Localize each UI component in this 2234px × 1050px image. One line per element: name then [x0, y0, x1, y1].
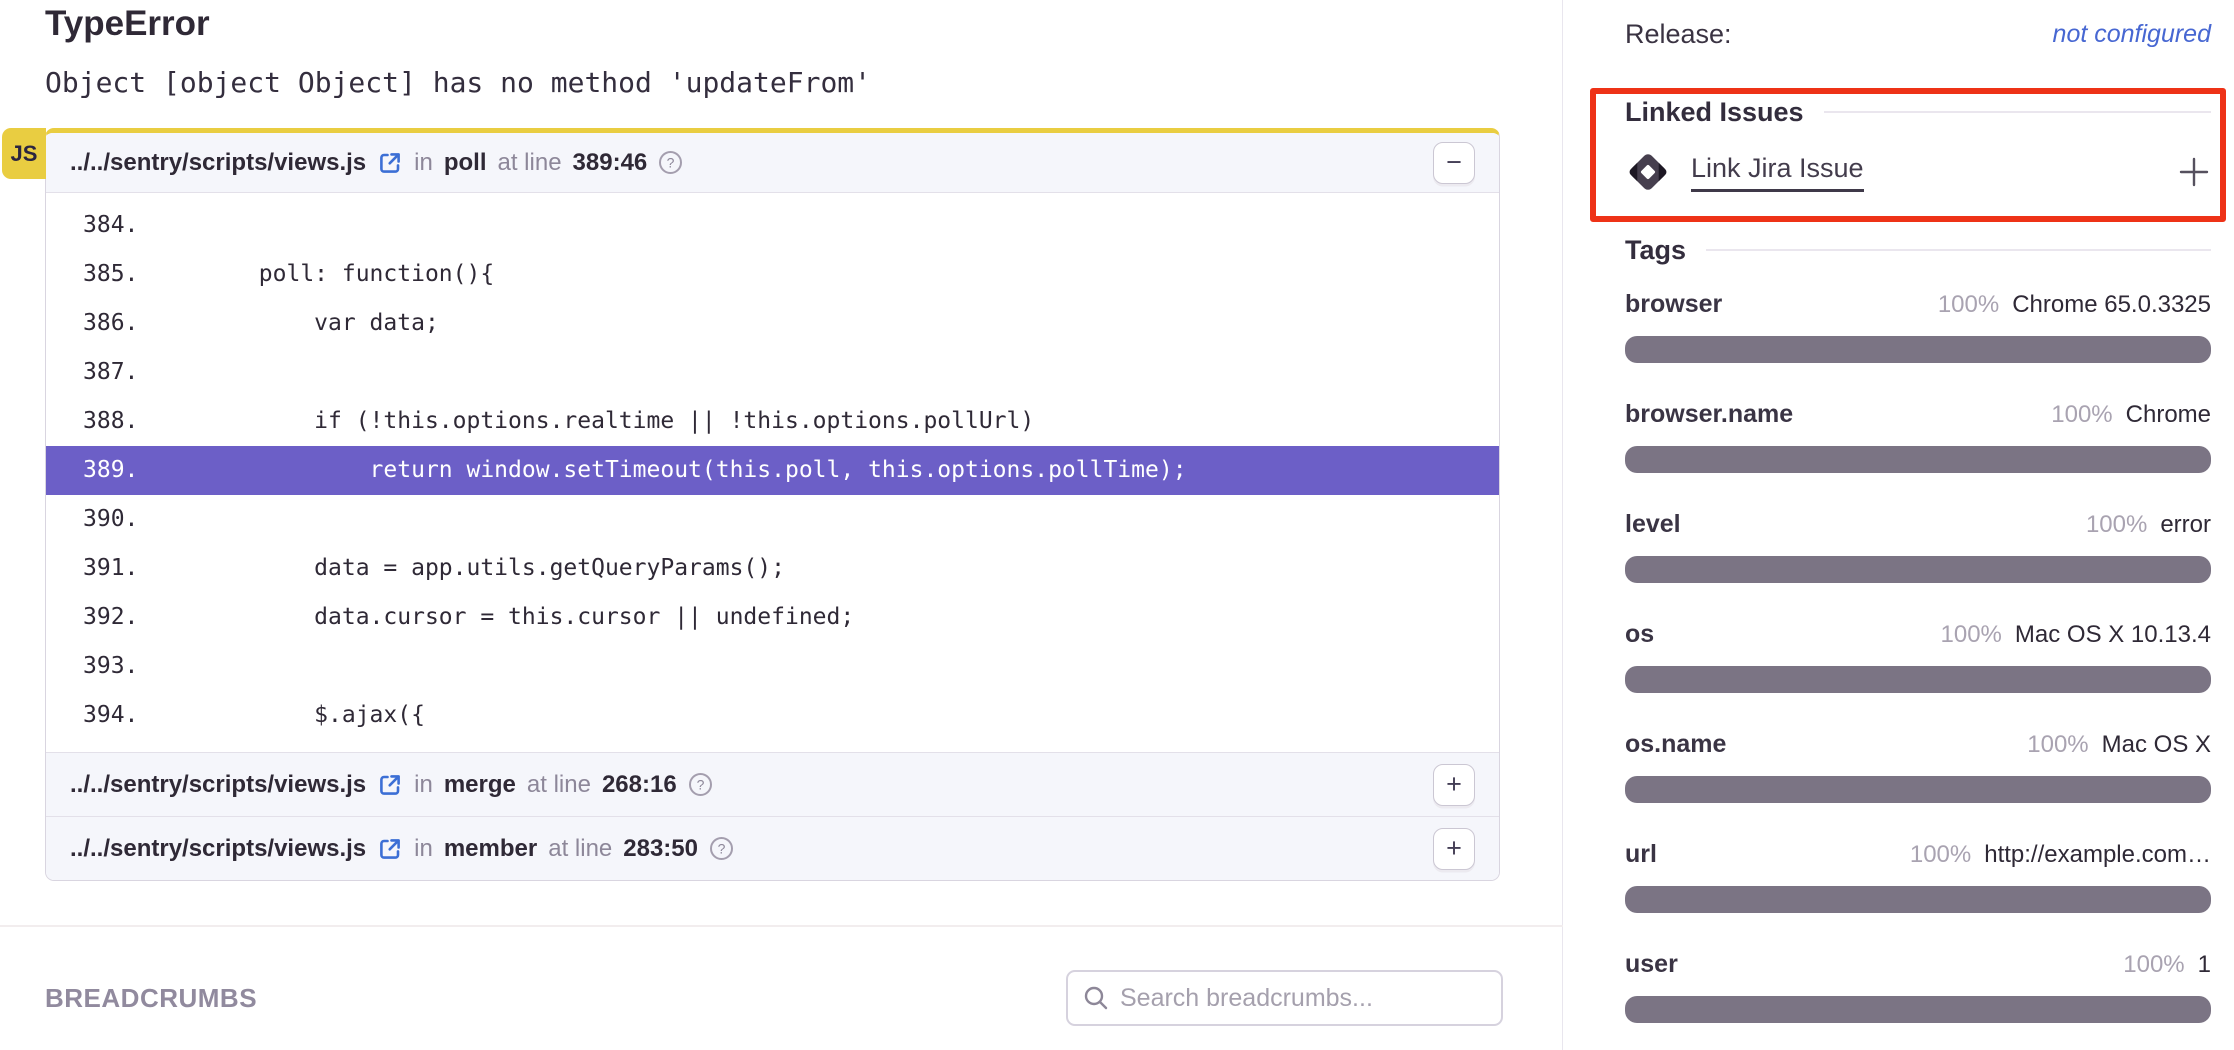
tag-row-browser-name: browser.name 100% Chrome — [1625, 400, 2211, 473]
external-link-icon[interactable] — [377, 836, 403, 862]
tag-percent: 100% — [2027, 731, 2088, 759]
release-label: Release: — [1625, 19, 1732, 50]
code-context: 384. 385. poll: function(){ 386. var dat… — [46, 193, 1499, 752]
tag-value: Mac OS X — [2102, 731, 2211, 759]
release-not-configured-link[interactable]: not configured — [2053, 20, 2211, 49]
frame-filename: ../../sentry/scripts/views.js — [70, 835, 366, 863]
tag-value: http://example.com… — [1984, 841, 2211, 869]
help-icon[interactable]: ? — [709, 836, 734, 861]
tag-distribution-bar — [1625, 666, 2211, 693]
tag-row-os: os 100% Mac OS X 10.13.4 — [1625, 620, 2211, 693]
link-jira-issue-link[interactable]: Link Jira Issue — [1691, 153, 1864, 192]
heading-rule — [1706, 249, 2211, 251]
page-title: TypeError — [45, 4, 210, 44]
breadcrumbs-title: BREADCRUMBS — [45, 983, 257, 1014]
code-line: 388. if (!this.options.realtime || !this… — [46, 397, 1499, 446]
tag-row-os-name: os.name 100% Mac OS X — [1625, 730, 2211, 803]
add-linked-issue-icon[interactable] — [2177, 155, 2211, 189]
external-link-icon[interactable] — [377, 150, 403, 176]
code-line: 390. — [46, 495, 1499, 544]
frame-function: member — [444, 835, 537, 863]
search-icon — [1082, 984, 1110, 1012]
tag-distribution-bar — [1625, 776, 2211, 803]
code-line: 384. — [46, 201, 1499, 250]
tag-percent: 100% — [2123, 951, 2184, 979]
frame-lineno: 283:50 — [623, 835, 698, 863]
stack-frame-collapsed-merge[interactable]: ../../sentry/scripts/views.js in merge a… — [46, 752, 1499, 816]
sidebar: Release: not configured Linked Issues Li… — [1564, 0, 2234, 1050]
tag-distribution-bar — [1625, 996, 2211, 1023]
stack-frame-header[interactable]: ../../sentry/scripts/views.js in poll at… — [46, 133, 1499, 193]
error-message: Object [object Object] has no method 'up… — [45, 66, 871, 99]
tag-key-link[interactable]: browser.name — [1625, 400, 1793, 429]
svg-text:?: ? — [718, 841, 726, 857]
tag-value: 1 — [2198, 951, 2211, 979]
tag-key-link[interactable]: level — [1625, 510, 1681, 539]
external-link-icon[interactable] — [377, 772, 403, 798]
stack-trace-box: JS ../../sentry/scripts/views.js in poll… — [45, 128, 1500, 881]
section-divider — [0, 925, 1563, 927]
frame-filename: ../../sentry/scripts/views.js — [70, 149, 366, 177]
tags-heading: Tags — [1625, 232, 2211, 268]
tag-distribution-bar — [1625, 886, 2211, 913]
heading-rule — [1824, 111, 2211, 113]
code-line: 387. — [46, 348, 1499, 397]
tag-key-link[interactable]: url — [1625, 840, 1657, 869]
tag-percent: 100% — [2051, 401, 2112, 429]
code-line: 391. data = app.utils.getQueryParams(); — [46, 544, 1499, 593]
tag-value: Chrome — [2126, 401, 2211, 429]
release-row: Release: not configured — [1625, 14, 2211, 54]
linked-issues-row: Link Jira Issue — [1625, 144, 2211, 200]
tag-row-url: url 100% http://example.com… — [1625, 840, 2211, 913]
tag-row-browser: browser 100% Chrome 65.0.3325 — [1625, 290, 2211, 363]
tag-key-link[interactable]: os.name — [1625, 730, 1726, 759]
stack-frame-collapsed-member[interactable]: ../../sentry/scripts/views.js in member … — [46, 816, 1499, 880]
frame-in-label: in — [414, 149, 433, 177]
tag-value: error — [2160, 511, 2211, 539]
tag-distribution-bar — [1625, 446, 2211, 473]
code-line-highlighted: 389. return window.setTimeout(this.poll,… — [46, 446, 1499, 495]
frame-lineno: 268:16 — [602, 771, 677, 799]
tag-row-user: user 100% 1 — [1625, 950, 2211, 1023]
help-icon[interactable]: ? — [688, 772, 713, 797]
tag-value: Mac OS X 10.13.4 — [2015, 621, 2211, 649]
frame-function: poll — [444, 149, 487, 177]
expand-frame-button[interactable]: + — [1433, 828, 1475, 870]
tag-key-link[interactable]: browser — [1625, 290, 1722, 319]
search-breadcrumbs-input[interactable] — [1120, 984, 1487, 1013]
tag-percent: 100% — [1938, 291, 1999, 319]
jira-icon — [1625, 149, 1671, 195]
tag-distribution-bar — [1625, 556, 2211, 583]
tag-key-link[interactable]: os — [1625, 620, 1654, 649]
frame-function: merge — [444, 771, 516, 799]
platform-badge-js: JS — [2, 128, 46, 179]
help-icon[interactable]: ? — [658, 150, 683, 175]
expand-frame-button[interactable]: + — [1433, 764, 1475, 806]
main-column: TypeError Object [object Object] has no … — [0, 0, 1563, 1050]
code-line: 392. data.cursor = this.cursor || undefi… — [46, 593, 1499, 642]
tag-distribution-bar — [1625, 336, 2211, 363]
code-line: 385. poll: function(){ — [46, 250, 1499, 299]
code-line: 386. var data; — [46, 299, 1499, 348]
code-line: 394. $.ajax({ — [46, 691, 1499, 740]
tag-value: Chrome 65.0.3325 — [2012, 291, 2211, 319]
frame-atline-label: at line — [498, 149, 562, 177]
svg-text:?: ? — [696, 777, 704, 793]
code-line: 393. — [46, 642, 1499, 691]
tag-row-level: level 100% error — [1625, 510, 2211, 583]
tag-key-link[interactable]: user — [1625, 950, 1678, 979]
breadcrumbs-search[interactable] — [1066, 970, 1503, 1026]
linked-issues-heading: Linked Issues — [1625, 94, 2211, 130]
frame-filename: ../../sentry/scripts/views.js — [70, 771, 366, 799]
collapse-frame-button[interactable]: − — [1433, 142, 1475, 184]
breadcrumbs-header: BREADCRUMBS — [45, 970, 1503, 1026]
tag-percent: 100% — [2086, 511, 2147, 539]
frame-lineno: 389:46 — [573, 149, 648, 177]
svg-text:?: ? — [667, 155, 675, 171]
tag-percent: 100% — [1941, 621, 2002, 649]
tag-percent: 100% — [1910, 841, 1971, 869]
